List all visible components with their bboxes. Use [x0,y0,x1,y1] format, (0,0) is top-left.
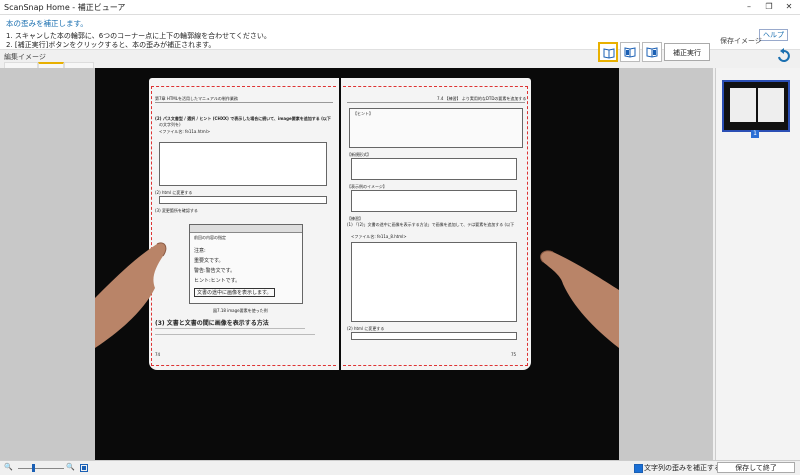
rotate-icon[interactable] [776,48,792,64]
instruction-step-2: 2. [補正実行]ボタンをクリックすると、本の歪みが補正されます。 [6,41,216,49]
left-hand-image [95,242,167,348]
scanned-book-image: 第7章 HTMLを活用したマニュアルの制作業務 (2) パス文書型 / 選択 /… [95,68,619,460]
both-pages-mode-button[interactable] [598,42,618,62]
open-book-icon [603,48,615,59]
instruction-heading: 本の歪みを補正します。 [6,19,88,28]
right-page-outline[interactable] [343,86,528,366]
edit-image-viewer[interactable]: 第7章 HTMLを活用したマニュアルの制作業務 (2) パス文書型 / 選択 /… [0,68,713,460]
title-bar: ScanSnap Home - 補正ビューア – ❐ ✕ [0,0,800,15]
correct-text-distortion-checkbox[interactable] [634,464,643,473]
fit-window-icon[interactable] [80,464,88,472]
saved-image-panel: 1 [715,68,800,460]
apply-correction-button[interactable]: 補正実行 [664,43,710,61]
right-page: 7.4 【練習】 より実用的なDTDの要素を追加する 【ヒント】 【新規形式】 … [341,78,531,370]
right-page-mode-button[interactable] [642,42,662,62]
restore-button[interactable]: ❐ [760,1,778,13]
book-left-icon [624,47,636,58]
status-bar: 🔍 🔍 文字列の歪みを補正する 保存して終了 [0,460,800,475]
save-and-exit-button[interactable]: 保存して終了 [717,462,795,473]
help-button[interactable]: ヘルプ [759,29,788,41]
zoom-out-icon[interactable]: 🔍 [4,463,13,471]
saved-image-label: 保存イメージ [720,37,762,45]
left-page-outline[interactable] [151,86,336,366]
left-page-mode-button[interactable] [620,42,640,62]
right-hand-image [540,250,619,348]
window-title: ScanSnap Home - 補正ビューア [4,3,126,12]
zoom-in-icon[interactable]: 🔍 [66,463,75,471]
book-right-icon [646,47,658,58]
close-button[interactable]: ✕ [780,1,798,13]
zoom-slider[interactable] [18,468,64,469]
zoom-slider-handle[interactable] [32,464,35,472]
saved-thumbnail[interactable] [722,80,790,132]
correct-text-distortion-label: 文字列の歪みを補正する [644,464,721,472]
thumbnail-index: 1 [751,130,759,138]
left-page: 第7章 HTMLを活用したマニュアルの制作業務 (2) パス文書型 / 選択 /… [149,78,339,370]
edit-image-label: 編集イメージ [4,53,46,61]
minimize-button[interactable]: – [740,1,758,13]
